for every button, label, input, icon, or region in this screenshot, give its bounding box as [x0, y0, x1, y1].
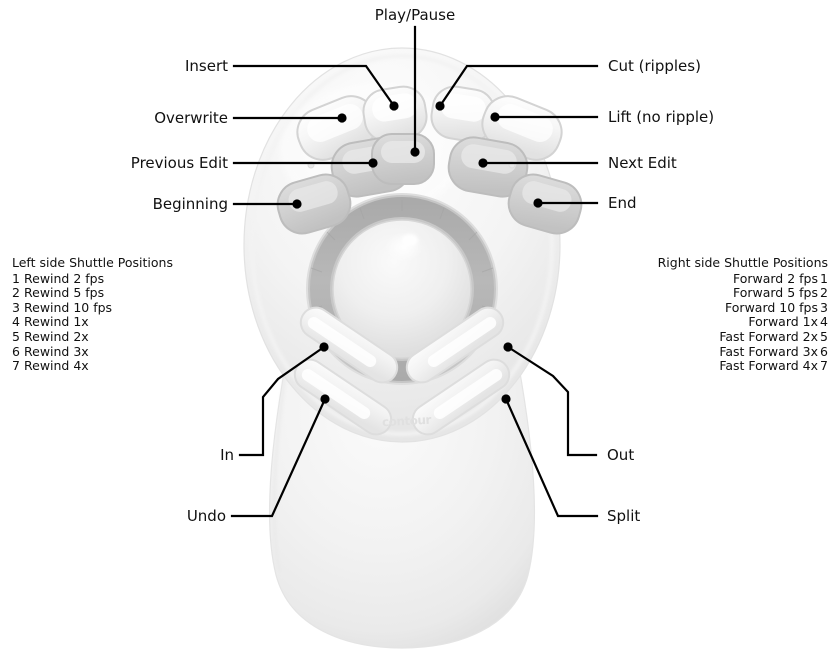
- callout-in: In: [220, 446, 234, 464]
- right-shuttle-row: Forward 2 fps 1: [658, 270, 828, 287]
- led-indicator-right: [508, 161, 516, 169]
- callout-split: Split: [607, 507, 641, 525]
- left-shuttle-row: 5 Rewind 2x: [12, 328, 173, 345]
- callout-out: Out: [607, 446, 635, 464]
- left-shuttle-row-label: Rewind 5 fps: [24, 285, 105, 301]
- left-shuttle-row: 1 Rewind 2 fps: [12, 270, 173, 287]
- right-shuttle-row-number: 2: [820, 285, 828, 301]
- callout-overwrite: Overwrite: [154, 109, 228, 127]
- right-shuttle-row-number: 1: [820, 270, 828, 286]
- right-shuttle-rows: Forward 2 fps 1 Forward 5 fps 2 Forward 10…: [658, 270, 828, 374]
- right-shuttle-title: Right side Shuttle Positions: [657, 255, 828, 270]
- left-shuttle-row: 4 Rewind 1x: [12, 315, 173, 330]
- callout-beginning: Beginning: [152, 195, 228, 213]
- right-shuttle-row-label: Forward 10 fps: [725, 299, 818, 315]
- right-shuttle-row-number: 5: [820, 328, 828, 344]
- right-shuttle-row-number: 3: [820, 299, 828, 315]
- left-shuttle-row: 7 Rewind 4x: [12, 358, 173, 374]
- right-shuttle-row: Fast Forward 2x 5: [658, 328, 828, 345]
- right-shuttle-row-number: 4: [820, 314, 828, 330]
- left-shuttle-row: 6 Rewind 3x: [12, 343, 173, 360]
- button-play-pause[interactable]: [371, 133, 435, 185]
- right-shuttle-row-label: Forward 1x: [748, 314, 818, 330]
- left-shuttle-row-number: 7: [12, 358, 20, 374]
- right-shuttle-row-label: Forward 2 fps: [732, 270, 818, 286]
- right-shuttle-row: Forward 10 fps 3: [658, 299, 828, 316]
- callout-lift-no-ripple: Lift (no ripple): [608, 108, 715, 126]
- left-shuttle-positions: Left side Shuttle Positions 1 Rewind 2 fp…: [12, 255, 173, 374]
- left-shuttle-row-label: Rewind 10 fps: [24, 299, 113, 315]
- left-shuttle-row-number: 1: [12, 270, 20, 286]
- brand-logo: contour: [381, 412, 432, 430]
- left-shuttle-row-label: Rewind 4x: [24, 358, 89, 374]
- right-shuttle-row: Forward 1x 4: [658, 315, 828, 330]
- left-shuttle-row-label: Rewind 2x: [24, 328, 89, 344]
- left-shuttle-rows: 1 Rewind 2 fps 2 Rewind 5 fps 3 Rewind 10 fps…: [12, 270, 173, 374]
- left-shuttle-row-label: Rewind 3x: [24, 343, 89, 359]
- right-shuttle-row: Fast Forward 4x 7: [658, 358, 828, 374]
- left-shuttle-row-number: 3: [12, 299, 20, 315]
- callout-cut-ripples: Cut (ripples): [608, 57, 701, 75]
- left-shuttle-title: Left side Shuttle Positions: [12, 255, 173, 270]
- left-shuttle-row: 3 Rewind 10 fps: [12, 299, 173, 316]
- right-shuttle-row-number: 7: [820, 358, 828, 374]
- left-shuttle-row-label: Rewind 2 fps: [24, 270, 105, 286]
- right-shuttle-row-label: Forward 5 fps: [732, 285, 818, 301]
- diagram-canvas: contour Play/Pause Insert Overwrite Prev…: [0, 0, 831, 661]
- right-shuttle-row-label: Fast Forward 2x: [719, 328, 818, 344]
- right-shuttle-row-label: Fast Forward 4x: [719, 358, 818, 374]
- left-shuttle-row-label: Rewind 1x: [24, 314, 89, 330]
- right-shuttle-row-number: 6: [820, 343, 828, 359]
- callout-previous-edit: Previous Edit: [130, 154, 228, 172]
- left-shuttle-row-number: 6: [12, 343, 20, 359]
- callout-insert: Insert: [184, 57, 228, 75]
- left-shuttle-row-number: 2: [12, 285, 20, 301]
- right-shuttle-positions: Right side Shuttle Positions Forward 2 f…: [657, 255, 828, 374]
- callout-play-pause: Play/Pause: [374, 6, 456, 24]
- right-shuttle-row: Fast Forward 3x 6: [658, 343, 828, 360]
- callout-undo: Undo: [186, 507, 226, 525]
- left-shuttle-row-number: 5: [12, 328, 20, 344]
- left-shuttle-row-number: 4: [12, 314, 20, 330]
- callout-next-edit: Next Edit: [608, 154, 677, 172]
- callout-end: End: [608, 194, 637, 212]
- right-shuttle-row: Forward 5 fps 2: [658, 285, 828, 301]
- led-indicator-left: [307, 161, 315, 169]
- right-shuttle-row-label: Fast Forward 3x: [719, 343, 818, 359]
- left-shuttle-row: 2 Rewind 5 fps: [12, 285, 173, 301]
